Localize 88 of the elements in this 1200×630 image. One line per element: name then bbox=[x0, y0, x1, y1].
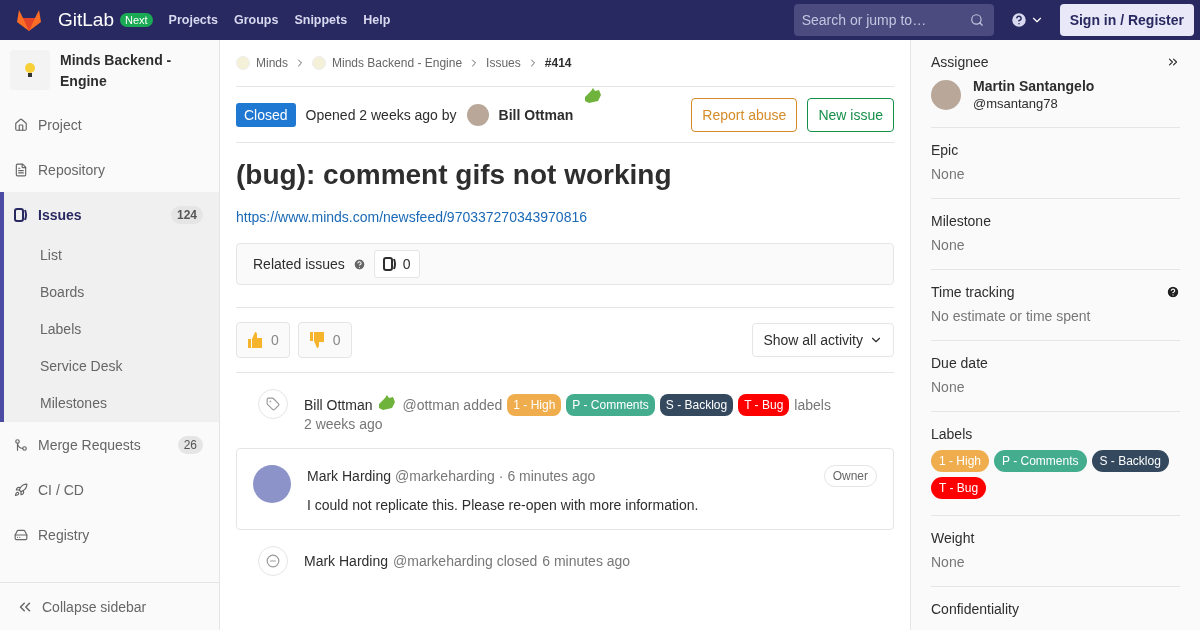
fox-logo-icon[interactable] bbox=[16, 8, 42, 32]
related-issues-label: Related issues bbox=[253, 256, 345, 272]
project-avatar-icon bbox=[236, 56, 250, 70]
section-title: Time tracking bbox=[931, 284, 1015, 300]
related-count[interactable]: 0 bbox=[373, 250, 420, 278]
sidebar-item[interactable]: Registry bbox=[4, 512, 219, 557]
section-value: None bbox=[931, 166, 966, 182]
breadcrumb-link[interactable]: Minds bbox=[256, 56, 288, 70]
sidebar-item[interactable]: Project bbox=[4, 102, 219, 147]
search-icon bbox=[969, 13, 984, 27]
avatar bbox=[931, 79, 961, 110]
author-name[interactable]: Mark Harding bbox=[307, 468, 392, 484]
section-value: None bbox=[931, 379, 966, 395]
comment-time: · 6 minutes ago bbox=[498, 468, 596, 484]
sidebar-item[interactable]: Merge Requests 26 bbox=[4, 422, 219, 467]
registry-icon bbox=[14, 527, 28, 542]
section-value: None bbox=[931, 554, 966, 570]
assignee-name[interactable]: Martin Santangelo bbox=[973, 78, 1095, 94]
breadcrumb-link[interactable]: Issues bbox=[486, 56, 521, 70]
thumbs-down-button[interactable]: 0 bbox=[297, 322, 352, 358]
sidebar-subitem[interactable]: List bbox=[4, 237, 219, 274]
activity-filter-dropdown[interactable]: Show all activity bbox=[752, 323, 894, 357]
avatar bbox=[253, 465, 291, 503]
search-field[interactable]: Search or jump to… bbox=[793, 4, 994, 36]
project-name[interactable]: Minds Backend - Engine bbox=[60, 50, 209, 92]
sidebar-subitem[interactable]: Labels bbox=[4, 311, 219, 348]
issue-title: (bug): comment gifs not working bbox=[236, 159, 673, 191]
event-text: labels bbox=[794, 396, 831, 415]
nav-link[interactable]: Snippets bbox=[294, 13, 348, 27]
expand-icon[interactable] bbox=[1166, 55, 1180, 69]
author-handle[interactable]: @markeharding bbox=[395, 468, 495, 484]
section-title: Milestone bbox=[931, 213, 991, 229]
issues-icon bbox=[14, 207, 28, 222]
sidebar-item[interactable]: CI / CD bbox=[4, 467, 219, 512]
author-name[interactable]: Mark Harding bbox=[304, 551, 389, 571]
event-time: 6 minutes ago bbox=[542, 552, 631, 571]
count-badge: 124 bbox=[170, 205, 203, 224]
count-badge: 26 bbox=[177, 435, 203, 454]
sidebar-subitem[interactable]: Service Desk bbox=[4, 348, 219, 385]
home-icon bbox=[14, 117, 28, 132]
section-title: Weight bbox=[931, 530, 975, 546]
thumbs-up-button[interactable]: 0 bbox=[236, 322, 290, 358]
opened-text: Opened 2 weeks ago by bbox=[305, 106, 457, 123]
tag-icon bbox=[266, 397, 280, 411]
nav-link[interactable]: Help bbox=[363, 13, 391, 27]
avatar bbox=[466, 103, 489, 126]
section-title: Confidentiality bbox=[931, 601, 1019, 617]
rocket-icon bbox=[14, 482, 28, 497]
status-badge: Closed bbox=[236, 102, 296, 127]
breadcrumb-link[interactable]: #414 bbox=[544, 56, 572, 70]
author-name[interactable]: Bill Ottman bbox=[304, 395, 373, 415]
section-title: Due date bbox=[931, 355, 988, 371]
closed-icon bbox=[266, 554, 280, 568]
sidebar-subitem[interactable]: Milestones bbox=[4, 385, 219, 422]
label-tag[interactable]: S - Backlog bbox=[659, 394, 734, 416]
label-tag[interactable]: T - Bug bbox=[738, 394, 790, 416]
event-text: @markeharding closed bbox=[393, 552, 538, 571]
event-time: 2 weeks ago bbox=[304, 416, 383, 432]
thumbs-up-icon bbox=[247, 331, 263, 349]
section-title: Labels bbox=[931, 426, 973, 442]
label-tag[interactable]: T - Bug bbox=[931, 477, 987, 499]
issues-icon bbox=[382, 257, 397, 271]
new-issue-button[interactable]: New issue bbox=[807, 97, 894, 132]
merge-icon bbox=[14, 437, 28, 452]
project-avatar-icon bbox=[312, 56, 326, 70]
help-icon[interactable] bbox=[1009, 11, 1028, 29]
section-title: Assignee bbox=[931, 54, 989, 70]
nav-link[interactable]: Groups bbox=[233, 13, 279, 27]
author-name[interactable]: Bill Ottman bbox=[498, 106, 574, 123]
sidebar-item[interactable]: Issues 124 bbox=[4, 192, 219, 237]
issue-link[interactable]: https://www.minds.com/newsfeed/970337270343970816 bbox=[236, 209, 587, 225]
event-text: @ottman added bbox=[402, 396, 503, 415]
nav-link[interactable]: Projects bbox=[168, 13, 218, 27]
sidebar-item[interactable]: Repository bbox=[4, 147, 219, 192]
label-tag[interactable]: S - Backlog bbox=[1091, 450, 1169, 472]
brand-name[interactable]: GitLab bbox=[58, 9, 114, 31]
assignee-handle: @msantang78 bbox=[973, 96, 1059, 111]
sidebar-subitem[interactable]: Boards bbox=[4, 274, 219, 311]
lightbulb-icon bbox=[24, 62, 36, 78]
next-badge: Next bbox=[120, 13, 153, 27]
file-icon bbox=[14, 162, 28, 177]
section-value: No estimate or time spent bbox=[931, 308, 1092, 324]
sign-in-button[interactable]: Sign in / Register bbox=[1059, 4, 1194, 36]
section-title: Epic bbox=[931, 142, 959, 158]
section-value: None bbox=[931, 237, 966, 253]
comment-text: I could not replicate this. Please re-open with more information. bbox=[307, 497, 700, 513]
thumbs-down-icon bbox=[308, 331, 325, 349]
breadcrumb-link[interactable]: Minds Backend - Engine bbox=[332, 56, 463, 70]
